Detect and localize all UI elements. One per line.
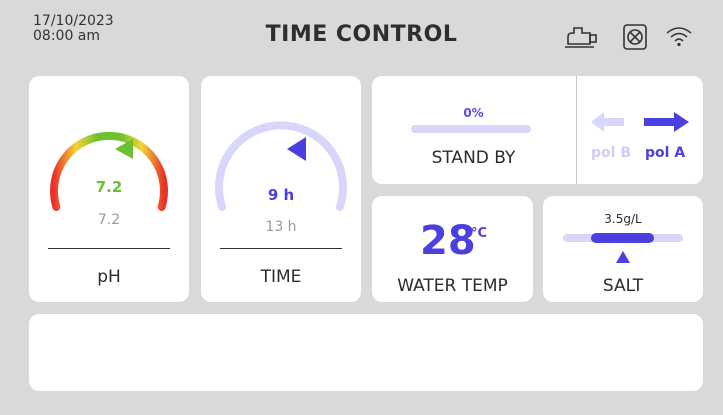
standby-percent: 0% xyxy=(463,106,484,120)
pol-a-label: pol A xyxy=(645,145,686,161)
time-setpoint: 13 h xyxy=(265,219,297,235)
pol-b-label: pol B xyxy=(591,145,631,161)
time-pointer-icon xyxy=(287,137,306,161)
time-card[interactable]: 9 h 13 h TIME xyxy=(201,76,361,302)
water-temp-value: 28 xyxy=(420,218,476,264)
water-temp-unit: °C xyxy=(471,226,488,241)
message-panel xyxy=(29,314,703,391)
pol-a-arrow-icon[interactable] xyxy=(644,111,689,137)
ph-gauge xyxy=(50,131,168,211)
divider xyxy=(576,76,577,184)
time-label: TIME xyxy=(260,267,302,287)
time-value: 9 h xyxy=(267,186,295,204)
salt-marker-icon xyxy=(616,248,630,267)
ph-label: pH xyxy=(97,267,121,287)
ph-card[interactable]: 7.2 7.2 pH xyxy=(29,76,189,302)
pol-b-arrow-icon[interactable] xyxy=(591,111,624,137)
wifi-icon[interactable] xyxy=(665,25,693,51)
page-title: TIME CONTROL xyxy=(265,22,458,47)
water-temp-label: WATER TEMP xyxy=(397,276,508,296)
standby-progress-bar xyxy=(411,125,531,133)
divider xyxy=(220,248,342,249)
divider xyxy=(48,248,170,249)
standby-label: STAND BY xyxy=(431,148,516,168)
ph-value: 7.2 xyxy=(95,178,123,196)
salt-label: SALT xyxy=(602,276,644,296)
water-temp-card[interactable]: 28 °C WATER TEMP xyxy=(372,196,533,302)
salt-range-indicator xyxy=(591,233,654,243)
filter-icon[interactable] xyxy=(622,23,648,55)
pump-icon[interactable] xyxy=(563,24,601,54)
salt-value: 3.5g/L xyxy=(604,212,642,226)
standby-card[interactable]: 0% STAND BY pol B pol A xyxy=(372,76,703,184)
salt-card[interactable]: 3.5g/L SALT xyxy=(543,196,703,302)
ph-setpoint: 7.2 xyxy=(97,212,121,228)
